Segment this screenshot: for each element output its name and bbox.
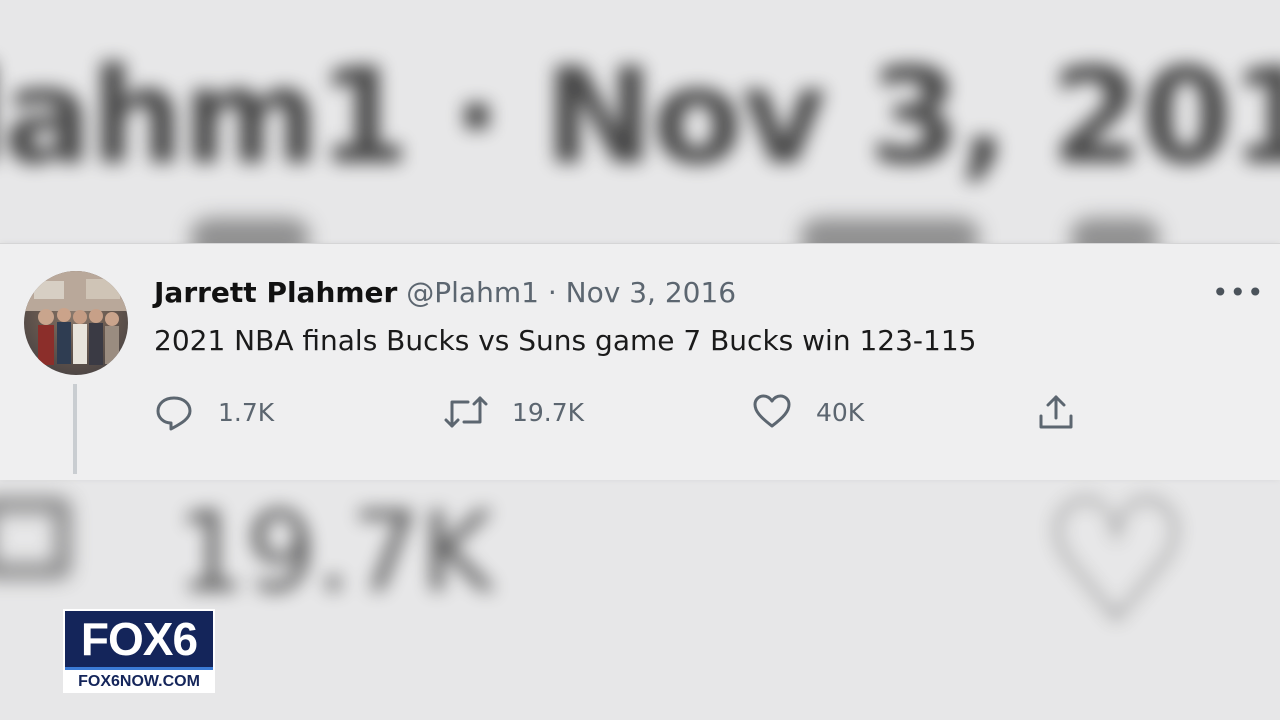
avatar[interactable] [24, 271, 128, 375]
blurred-header-text: lahm1 · Nov 3, 2016 [0, 40, 1280, 194]
like-count: 40K [816, 397, 865, 427]
reply-button[interactable]: 1.7K [154, 392, 274, 432]
retweet-icon [444, 396, 488, 428]
logo-wordmark: FOX6 [65, 611, 213, 667]
blurred-icon [1070, 218, 1160, 245]
retweet-button[interactable]: 19.7K [444, 392, 584, 432]
blurred-icon [800, 218, 980, 245]
reply-icon [156, 396, 192, 431]
tweet-card: Jarrett Plahmer @Plahm1 · Nov 3, 2016 ••… [0, 243, 1280, 480]
tweet-text: 2021 NBA finals Bucks vs Suns game 7 Buc… [154, 324, 977, 357]
avatar-photo [24, 271, 128, 365]
reply-count: 1.7K [218, 397, 275, 427]
display-name[interactable]: Jarrett Plahmer [154, 276, 397, 309]
fox6-logo: FOX6 FOX6NOW.COM [63, 609, 215, 693]
heart-icon [753, 394, 791, 428]
share-icon [1039, 395, 1073, 429]
tweet-header: Jarrett Plahmer @Plahm1 · Nov 3, 2016 [154, 276, 736, 309]
blurred-heart-icon: ♡ [1040, 478, 1193, 662]
more-options-icon[interactable]: ••• [1212, 276, 1265, 309]
retweet-count: 19.7K [512, 397, 585, 427]
separator-dot: · [547, 276, 557, 309]
logo-url: FOX6NOW.COM [78, 672, 200, 690]
user-handle[interactable]: @Plahm1 [406, 276, 539, 309]
blurred-icon [190, 218, 310, 245]
tweet-date[interactable]: Nov 3, 2016 [566, 276, 736, 309]
blurred-retweet-count: 19.7K [176, 488, 494, 616]
blurred-background-top: lahm1 · Nov 3, 2016 [0, 0, 1280, 245]
like-button[interactable]: 40K [752, 392, 864, 432]
thread-line [73, 384, 77, 474]
blurred-retweet-icon [0, 498, 70, 578]
share-button[interactable] [1036, 392, 1076, 432]
